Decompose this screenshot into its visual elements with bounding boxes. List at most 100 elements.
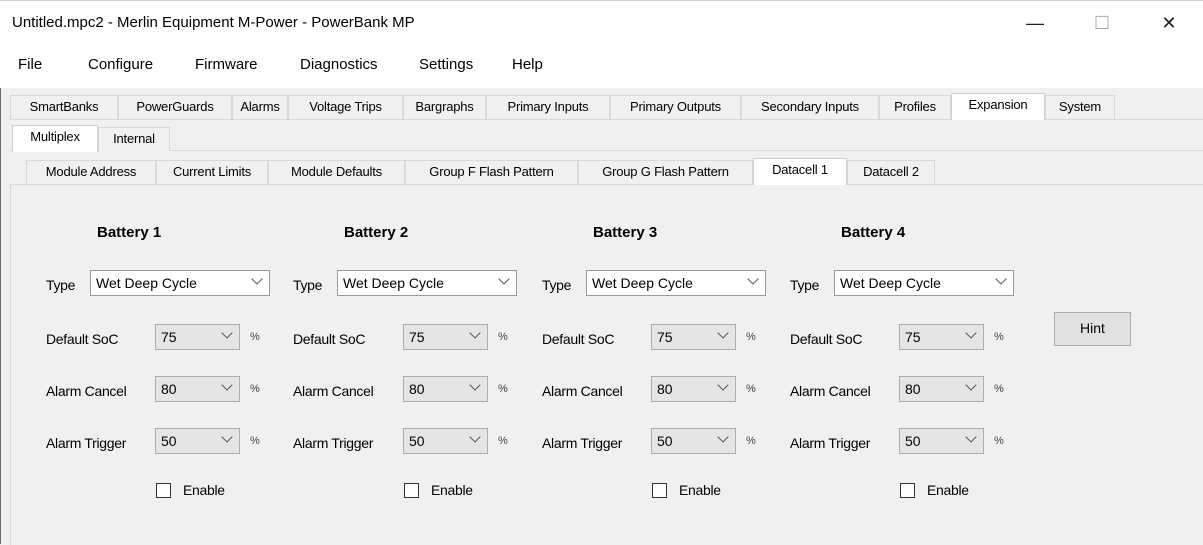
- enable-checkbox[interactable]: [156, 483, 171, 498]
- chevron-down-icon: [995, 273, 1007, 285]
- alarm-cancel-select[interactable]: 80: [899, 376, 984, 402]
- percent-label: %: [994, 435, 1004, 447]
- alarm-cancel-value: 80: [161, 381, 177, 397]
- percent-label: %: [498, 383, 508, 395]
- enable-checkbox[interactable]: [900, 483, 915, 498]
- menu-help[interactable]: Help: [512, 56, 543, 73]
- alarm-trigger-select[interactable]: 50: [403, 428, 488, 454]
- menu-configure[interactable]: Configure: [88, 56, 153, 73]
- percent-label: %: [498, 435, 508, 447]
- battery-type-select[interactable]: Wet Deep Cycle: [90, 270, 270, 296]
- alarm-cancel-label: Alarm Cancel: [542, 383, 623, 399]
- default-soc-value: 75: [409, 329, 425, 345]
- chevron-down-icon: [747, 273, 759, 285]
- hint-button[interactable]: Hint: [1054, 312, 1131, 346]
- percent-label: %: [746, 383, 756, 395]
- default-soc-select[interactable]: 75: [899, 324, 984, 350]
- maximize-button[interactable]: ☐: [1078, 1, 1126, 45]
- alarm-cancel-label: Alarm Cancel: [46, 383, 127, 399]
- default-soc-label: Default SoC: [542, 331, 615, 347]
- tab-powerguards[interactable]: PowerGuards: [118, 95, 232, 119]
- type-label: Type: [542, 277, 572, 293]
- chevron-down-icon: [717, 327, 729, 339]
- default-soc-select[interactable]: 75: [155, 324, 240, 350]
- menu-file[interactable]: File: [18, 56, 42, 73]
- tab-primary-outputs[interactable]: Primary Outputs: [610, 95, 741, 119]
- chevron-down-icon: [717, 431, 729, 443]
- enable-checkbox[interactable]: [404, 483, 419, 498]
- tab-system[interactable]: System: [1045, 95, 1115, 119]
- chevron-down-icon: [221, 327, 233, 339]
- alarm-trigger-label: Alarm Trigger: [790, 435, 871, 451]
- tab-expansion[interactable]: Expansion: [951, 93, 1045, 120]
- battery-title: Battery 3: [593, 224, 658, 241]
- close-button[interactable]: ✕: [1145, 1, 1193, 45]
- default-soc-value: 75: [905, 329, 921, 345]
- enable-label: Enable: [431, 482, 473, 498]
- chevron-down-icon: [469, 379, 481, 391]
- tab-internal[interactable]: Internal: [98, 127, 170, 151]
- type-label: Type: [46, 277, 76, 293]
- alarm-cancel-value: 80: [657, 381, 673, 397]
- alarm-trigger-value: 50: [657, 433, 673, 449]
- tab-smartbanks[interactable]: SmartBanks: [10, 95, 118, 119]
- enable-label: Enable: [679, 482, 721, 498]
- chevron-down-icon: [965, 327, 977, 339]
- chevron-down-icon: [251, 273, 263, 285]
- tab-bargraphs[interactable]: Bargraphs: [403, 95, 486, 119]
- menu-diagnostics[interactable]: Diagnostics: [300, 56, 378, 73]
- tab-group-g-flash-pattern[interactable]: Group G Flash Pattern: [578, 160, 753, 184]
- tab-alarms[interactable]: Alarms: [232, 95, 288, 119]
- tab-module-address[interactable]: Module Address: [26, 160, 156, 184]
- battery-type-select[interactable]: Wet Deep Cycle: [834, 270, 1014, 296]
- percent-label: %: [498, 331, 508, 343]
- alarm-cancel-select[interactable]: 80: [155, 376, 240, 402]
- percent-label: %: [746, 331, 756, 343]
- chevron-down-icon: [469, 431, 481, 443]
- chevron-down-icon: [498, 273, 510, 285]
- percent-label: %: [250, 383, 260, 395]
- battery-title: Battery 4: [841, 224, 906, 241]
- chevron-down-icon: [965, 379, 977, 391]
- menu-bar: File Configure Firmware Diagnostics Sett…: [0, 44, 1203, 88]
- chevron-down-icon: [221, 379, 233, 391]
- default-soc-value: 75: [657, 329, 673, 345]
- alarm-trigger-select[interactable]: 50: [651, 428, 736, 454]
- tab-group-f-flash-pattern[interactable]: Group F Flash Pattern: [405, 160, 578, 184]
- battery-type-value: Wet Deep Cycle: [96, 275, 197, 291]
- tab-datacell-2[interactable]: Datacell 2: [847, 160, 935, 184]
- default-soc-label: Default SoC: [790, 331, 863, 347]
- default-soc-select[interactable]: 75: [403, 324, 488, 350]
- title-bar: Untitled.mpc2 - Merlin Equipment M-Power…: [0, 0, 1203, 44]
- enable-checkbox[interactable]: [652, 483, 667, 498]
- default-soc-label: Default SoC: [293, 331, 366, 347]
- battery-type-select[interactable]: Wet Deep Cycle: [337, 270, 517, 296]
- alarm-trigger-select[interactable]: 50: [155, 428, 240, 454]
- battery-type-value: Wet Deep Cycle: [343, 275, 444, 291]
- type-label: Type: [790, 277, 820, 293]
- type-label: Type: [293, 277, 323, 293]
- menu-firmware[interactable]: Firmware: [195, 56, 258, 73]
- alarm-cancel-value: 80: [409, 381, 425, 397]
- tab-primary-inputs[interactable]: Primary Inputs: [486, 95, 610, 119]
- alarm-cancel-select[interactable]: 80: [651, 376, 736, 402]
- enable-label: Enable: [183, 482, 225, 498]
- minimize-button[interactable]: —: [1011, 1, 1059, 45]
- tab-voltage-trips[interactable]: Voltage Trips: [288, 95, 403, 119]
- sub-tab-strip: Multiplex Internal: [0, 125, 1203, 152]
- battery-type-select[interactable]: Wet Deep Cycle: [586, 270, 766, 296]
- battery-type-value: Wet Deep Cycle: [592, 275, 693, 291]
- tab-current-limits[interactable]: Current Limits: [156, 160, 268, 184]
- alarm-cancel-value: 80: [905, 381, 921, 397]
- tab-multiplex[interactable]: Multiplex: [12, 125, 98, 152]
- default-soc-select[interactable]: 75: [651, 324, 736, 350]
- menu-settings[interactable]: Settings: [419, 56, 473, 73]
- default-soc-label: Default SoC: [46, 331, 119, 347]
- tab-profiles[interactable]: Profiles: [879, 95, 951, 119]
- alarm-cancel-select[interactable]: 80: [403, 376, 488, 402]
- battery-title: Battery 1: [97, 224, 162, 241]
- tab-secondary-inputs[interactable]: Secondary Inputs: [741, 95, 879, 119]
- tab-module-defaults[interactable]: Module Defaults: [268, 160, 405, 184]
- alarm-trigger-select[interactable]: 50: [899, 428, 984, 454]
- tab-datacell-1[interactable]: Datacell 1: [753, 158, 847, 185]
